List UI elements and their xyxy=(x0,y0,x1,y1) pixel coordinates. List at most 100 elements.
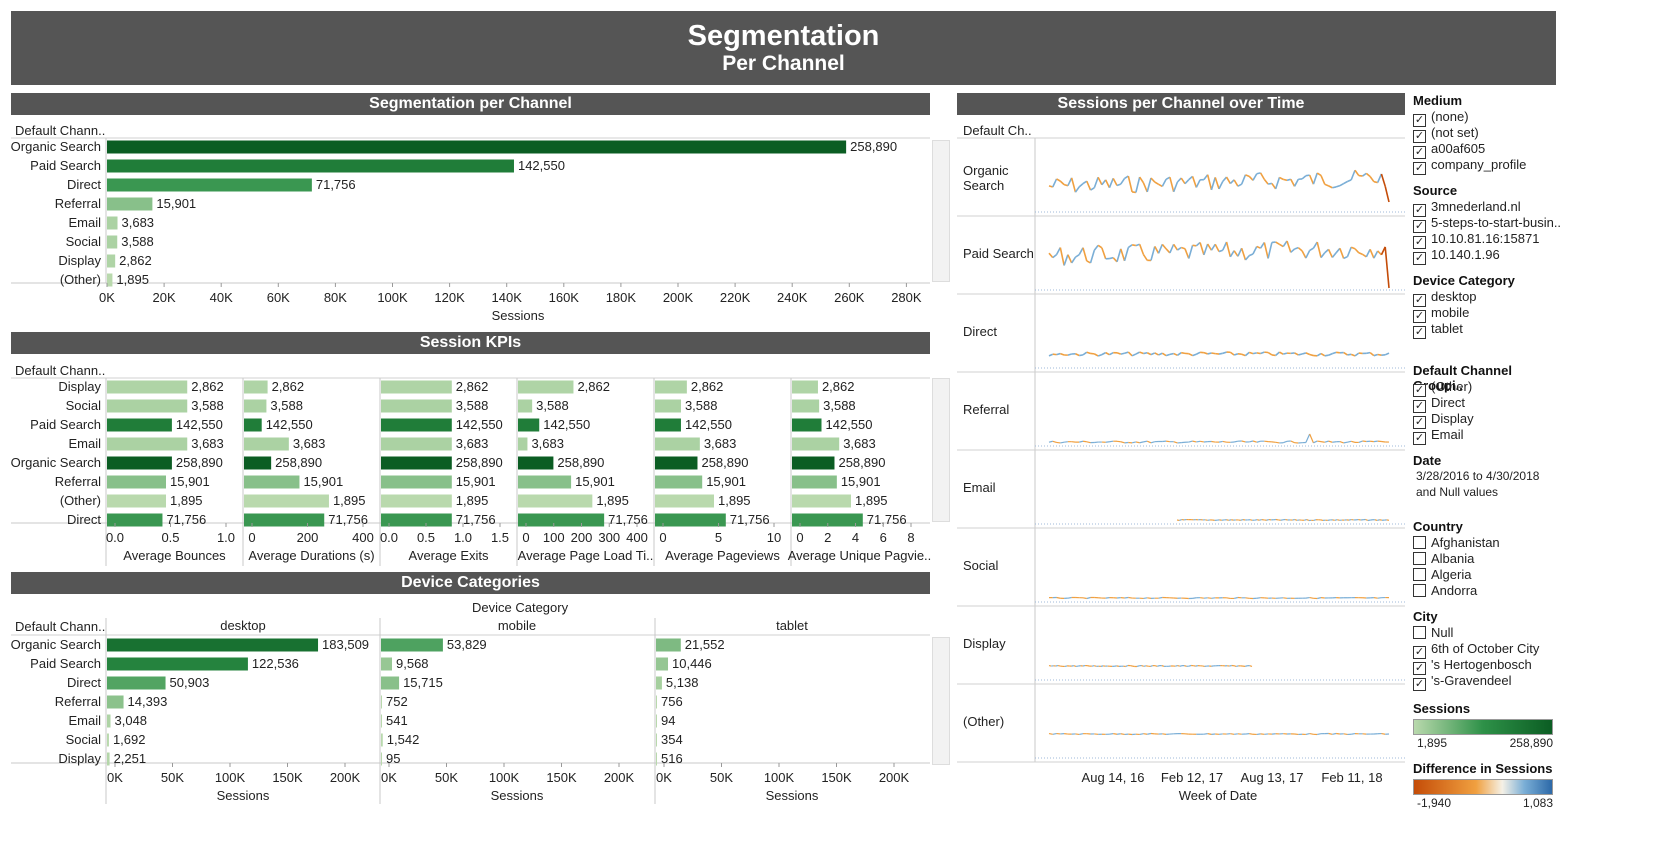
filter-source-option[interactable]: ✓ 10.10.81.16:15871 xyxy=(1413,231,1558,249)
checkbox-icon[interactable] xyxy=(1413,584,1426,597)
device-bar-desktop-paid-search[interactable] xyxy=(107,657,248,671)
checkbox-icon[interactable] xyxy=(1413,536,1426,549)
kpi-bar-average-exits-other[interactable] xyxy=(381,494,452,508)
seg-bar-email[interactable] xyxy=(107,216,118,230)
filter-source-option[interactable]: ✓ 10.140.1.96 xyxy=(1413,247,1558,265)
kpi-bar-average-exits-paid-search[interactable] xyxy=(381,418,452,432)
device-bar-mobile-direct[interactable] xyxy=(381,676,400,690)
device-bar-desktop-organic-search[interactable] xyxy=(107,638,319,652)
device-bar-tablet-display[interactable] xyxy=(656,752,657,766)
filter-country-option[interactable]: Albania xyxy=(1413,551,1558,567)
kpi-bar-average-pageviews-other[interactable] xyxy=(655,494,714,508)
kpi-bar-average-bounces-display[interactable] xyxy=(107,380,188,394)
device-bar-mobile-referral[interactable] xyxy=(381,695,382,709)
seg-bar-display[interactable] xyxy=(107,254,116,268)
device-bar-tablet-email[interactable] xyxy=(656,714,657,728)
kpi-bar-average-durations-s-paid-search[interactable] xyxy=(244,418,262,432)
device-bar-mobile-organic-search[interactable] xyxy=(381,638,443,652)
seg-bar-direct[interactable] xyxy=(107,178,312,192)
kpi-bar-average-exits-display[interactable] xyxy=(381,380,452,394)
checkbox-icon[interactable] xyxy=(1413,626,1426,639)
device-bar-tablet-referral[interactable] xyxy=(656,695,657,709)
kpi-bar-average-exits-email[interactable] xyxy=(381,437,452,451)
checkbox-icon[interactable] xyxy=(1413,568,1426,581)
kpi-bar-average-page-load-ti-display[interactable] xyxy=(518,380,574,394)
kpi-bar-average-pageviews-display[interactable] xyxy=(655,380,687,394)
kpi-bar-average-durations-s-organic-search[interactable] xyxy=(244,456,272,470)
kpi-bar-average-unique-pagvie-referral[interactable] xyxy=(792,475,837,489)
seg-bar-social[interactable] xyxy=(107,235,118,249)
kpi-bar-average-pageviews-organic-search[interactable] xyxy=(655,456,698,470)
seg-bar-organic-search[interactable] xyxy=(107,140,847,154)
checkbox-icon[interactable]: ✓ xyxy=(1413,252,1426,265)
kpi-bar-average-exits-social[interactable] xyxy=(381,399,452,413)
kpi-bar-average-page-load-ti-organic-search[interactable] xyxy=(518,456,554,470)
filter-device-option[interactable]: ✓ desktop xyxy=(1413,289,1558,307)
checkbox-icon[interactable]: ✓ xyxy=(1413,162,1426,175)
device-bar-desktop-email[interactable] xyxy=(107,714,111,728)
kpi-bar-average-durations-s-direct[interactable] xyxy=(244,513,325,527)
kpi-scrollbar[interactable] xyxy=(932,378,950,522)
kpi-bar-average-unique-pagvie-display[interactable] xyxy=(792,380,818,394)
kpi-bar-average-unique-pagvie-email[interactable] xyxy=(792,437,840,451)
filter-channel-option[interactable]: ✓ (Other) xyxy=(1413,379,1558,397)
filter-device-option[interactable]: ✓ tablet xyxy=(1413,321,1558,339)
kpi-bar-average-pageviews-social[interactable] xyxy=(655,399,681,413)
filter-medium-option[interactable]: ✓ company_profile xyxy=(1413,157,1558,175)
kpi-bar-average-unique-pagvie-other[interactable] xyxy=(792,494,851,508)
device-bar-desktop-direct[interactable] xyxy=(107,676,166,690)
kpi-bar-average-pageviews-email[interactable] xyxy=(655,437,700,451)
filter-country-option[interactable]: Algeria xyxy=(1413,567,1558,583)
filter-medium-option[interactable]: ✓ (none) xyxy=(1413,109,1558,127)
kpi-bar-average-page-load-ti-paid-search[interactable] xyxy=(518,418,540,432)
device-bar-mobile-email[interactable] xyxy=(381,714,382,728)
filter-city-option[interactable]: Null xyxy=(1413,625,1558,641)
kpi-bar-average-durations-s-display[interactable] xyxy=(244,380,268,394)
kpi-bar-average-durations-s-other[interactable] xyxy=(244,494,329,508)
filter-channel-option[interactable]: ✓ Display xyxy=(1413,411,1558,429)
device-bar-tablet-direct[interactable] xyxy=(656,676,662,690)
kpi-bar-average-pageviews-paid-search[interactable] xyxy=(655,418,681,432)
kpi-bar-average-durations-s-email[interactable] xyxy=(244,437,289,451)
kpi-bar-average-page-load-ti-other[interactable] xyxy=(518,494,593,508)
filter-city-option[interactable]: ✓'s Hertogenbosch xyxy=(1413,657,1558,675)
seg-bar-other[interactable] xyxy=(107,273,113,287)
seg-scrollbar[interactable] xyxy=(932,140,950,282)
checkbox-icon[interactable]: ✓ xyxy=(1413,326,1426,339)
kpi-bar-average-page-load-ti-direct[interactable] xyxy=(518,513,605,527)
seg-bar-paid-search[interactable] xyxy=(107,159,514,173)
filter-city-option[interactable]: ✓ 's-Gravendeel xyxy=(1413,673,1558,691)
filter-source-option[interactable]: ✓ 3mnederland.nl xyxy=(1413,199,1558,217)
kpi-bar-average-bounces-social[interactable] xyxy=(107,399,188,413)
kpi-bar-average-pageviews-direct[interactable] xyxy=(655,513,726,527)
filter-country-option[interactable]: Afghanistan xyxy=(1413,535,1558,551)
device-bar-tablet-organic-search[interactable] xyxy=(656,638,681,652)
checkbox-icon[interactable] xyxy=(1413,552,1426,565)
filter-device-option[interactable]: ✓ mobile xyxy=(1413,305,1558,323)
filter-country-option[interactable]: Andorra xyxy=(1413,583,1558,599)
kpi-bar-average-durations-s-referral[interactable] xyxy=(244,475,300,489)
checkbox-icon[interactable]: ✓ xyxy=(1413,432,1426,445)
kpi-bar-average-unique-pagvie-paid-search[interactable] xyxy=(792,418,822,432)
device-bar-desktop-social[interactable] xyxy=(107,733,109,747)
filter-channel-option[interactable]: ✓ Email xyxy=(1413,427,1558,445)
filter-medium-option[interactable]: ✓ (not set) xyxy=(1413,125,1558,143)
device-bar-tablet-social[interactable] xyxy=(656,733,657,747)
kpi-bar-average-bounces-other[interactable] xyxy=(107,494,166,508)
kpi-bar-average-bounces-email[interactable] xyxy=(107,437,188,451)
kpi-bar-average-page-load-ti-social[interactable] xyxy=(518,399,533,413)
device-bar-desktop-display[interactable] xyxy=(107,752,110,766)
kpi-bar-average-bounces-referral[interactable] xyxy=(107,475,166,489)
kpi-bar-average-page-load-ti-email[interactable] xyxy=(518,437,528,451)
device-bar-mobile-display[interactable] xyxy=(381,752,382,766)
checkbox-icon[interactable]: ✓ xyxy=(1413,678,1426,691)
device-bar-tablet-paid-search[interactable] xyxy=(656,657,669,671)
kpi-bar-average-bounces-organic-search[interactable] xyxy=(107,456,172,470)
kpi-bar-average-pageviews-referral[interactable] xyxy=(655,475,703,489)
device-bar-mobile-paid-search[interactable] xyxy=(381,657,393,671)
filter-city-option[interactable]: ✓ 6th of October City xyxy=(1413,641,1558,659)
seg-bar-referral[interactable] xyxy=(107,197,153,211)
kpi-bar-average-durations-s-social[interactable] xyxy=(244,399,267,413)
filter-date-range[interactable]: 3/28/2016 to 4/30/2018 xyxy=(1413,469,1558,485)
filter-medium-option[interactable]: ✓ a00af605 xyxy=(1413,141,1558,159)
